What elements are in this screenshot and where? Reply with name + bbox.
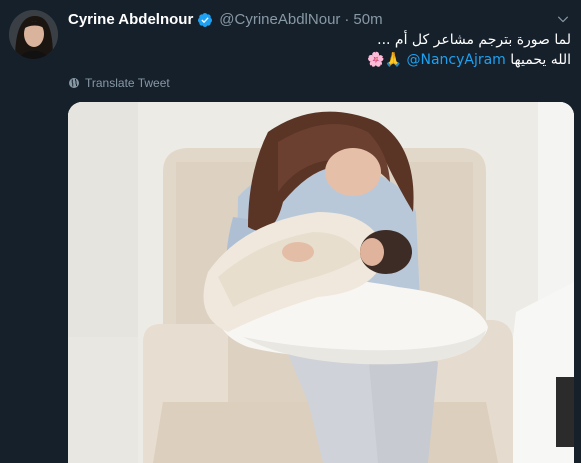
author-name[interactable]: Cyrine Abdelnour <box>68 11 193 28</box>
tweet-header: Cyrine Abdelnour @CyrineAbdlNour · 50m <box>68 11 383 28</box>
tweet-photo[interactable] <box>68 102 574 463</box>
translate-tweet-link[interactable]: Translate Tweet <box>68 76 170 90</box>
tweet-timestamp[interactable]: 50m <box>353 11 382 28</box>
globe-icon <box>69 78 79 88</box>
avatar-image <box>9 10 58 59</box>
chevron-down-icon[interactable] <box>553 9 573 29</box>
author-handle[interactable]: @CyrineAbdlNour <box>219 11 340 28</box>
avatar[interactable] <box>9 10 58 59</box>
verified-badge-icon <box>197 12 213 28</box>
mention-link[interactable]: @NancyAjram <box>406 52 505 68</box>
emoji-group: 🙏🌸 <box>367 52 403 68</box>
tweet-text-line-2: الله يحميها @NancyAjram 🙏🌸 <box>71 50 571 70</box>
translate-label: Translate Tweet <box>85 76 170 90</box>
tweet-text: لما صورة بترجم مشاعر كل أم ... الله يحمي… <box>71 30 571 70</box>
photo-mother-breastfeeding <box>68 102 574 463</box>
tweet-card[interactable]: Cyrine Abdelnour @CyrineAbdlNour · 50m ل… <box>0 0 581 463</box>
tweet-text-prefix: الله يحميها <box>510 52 571 68</box>
tweet-text-line-1: لما صورة بترجم مشاعر كل أم ... <box>377 32 571 48</box>
separator-dot: · <box>344 11 350 28</box>
